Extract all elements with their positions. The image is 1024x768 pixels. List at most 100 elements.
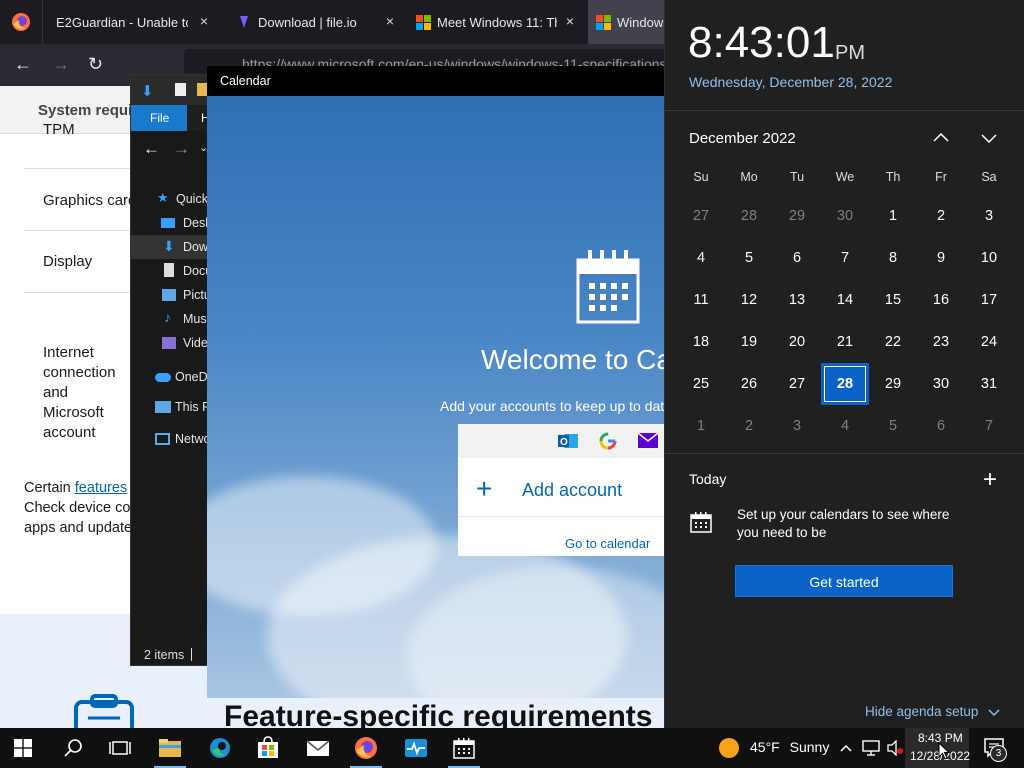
calendar-day[interactable]: 9 bbox=[917, 237, 965, 279]
calendar-day[interactable]: 3 bbox=[965, 195, 1013, 237]
download-icon[interactable]: ⬇ bbox=[141, 82, 154, 100]
calendar-day[interactable]: 27 bbox=[677, 195, 725, 237]
calendar-day[interactable]: 19 bbox=[725, 321, 773, 363]
mail-icon[interactable] bbox=[306, 736, 330, 760]
forward-arrow-icon[interactable]: → bbox=[52, 54, 70, 75]
health-monitor-icon[interactable] bbox=[404, 736, 428, 760]
checkbox-icon[interactable] bbox=[175, 83, 186, 96]
tab-close-icon[interactable]: × bbox=[566, 13, 574, 29]
reload-icon[interactable]: ↻ bbox=[88, 54, 103, 75]
calendar-day[interactable]: 2 bbox=[917, 195, 965, 237]
calendar-day-today[interactable]: 28 bbox=[821, 363, 869, 405]
calendar-day[interactable]: 1 bbox=[677, 405, 725, 447]
calendar-day[interactable]: 25 bbox=[677, 363, 725, 405]
browser-tab[interactable]: Download | file.io × bbox=[226, 0, 404, 44]
calendar-day[interactable]: 13 bbox=[773, 279, 821, 321]
welcome-subtitle: Add your accounts to keep up to date bbox=[440, 398, 664, 414]
yahoo-mail-icon bbox=[637, 432, 659, 448]
calendar-day[interactable]: 4 bbox=[821, 405, 869, 447]
taskbar: 45°F Sunny 8:43 PM 12/28/2022 3 bbox=[0, 728, 1024, 768]
calendar-day[interactable]: 14 bbox=[821, 279, 869, 321]
calendar-day[interactable]: 22 bbox=[869, 321, 917, 363]
desktop-icon bbox=[161, 218, 175, 228]
calendar-day[interactable]: 3 bbox=[773, 405, 821, 447]
provider-icons-row: O bbox=[458, 424, 664, 458]
add-event-button[interactable]: + bbox=[983, 466, 997, 494]
calendar-day[interactable]: 12 bbox=[725, 279, 773, 321]
calendar-icon[interactable] bbox=[452, 736, 476, 760]
browser-tab[interactable]: E2Guardian - Unable to loa × bbox=[42, 0, 218, 44]
forward-arrow-icon[interactable]: → bbox=[173, 139, 190, 159]
calendar-day[interactable]: 10 bbox=[965, 237, 1013, 279]
calendar-day[interactable]: 15 bbox=[869, 279, 917, 321]
chevron-up-icon[interactable] bbox=[931, 128, 951, 148]
calendar-day[interactable]: 1 bbox=[869, 195, 917, 237]
divider bbox=[458, 516, 664, 517]
accounts-card: O + Add account Go to calendar bbox=[458, 424, 664, 556]
calendar-day[interactable]: 26 bbox=[725, 363, 773, 405]
feature-heading: Feature-specific requirements bbox=[224, 700, 653, 728]
firefox-icon[interactable] bbox=[11, 12, 31, 32]
weather-condition: Sunny bbox=[789, 739, 830, 755]
browser-tab[interactable]: Meet Windows 11: The × bbox=[406, 0, 584, 44]
search-icon[interactable] bbox=[62, 736, 86, 760]
tab-close-icon[interactable]: × bbox=[386, 13, 394, 29]
calendar-day[interactable]: 5 bbox=[725, 237, 773, 279]
start-windows-icon[interactable] bbox=[14, 739, 32, 757]
features-link[interactable]: features bbox=[75, 480, 127, 496]
store-icon[interactable] bbox=[256, 736, 280, 760]
calendar-day[interactable]: 4 bbox=[677, 237, 725, 279]
calendar-day[interactable]: 2 bbox=[725, 405, 773, 447]
go-to-calendar-link[interactable]: Go to calendar bbox=[565, 536, 650, 551]
back-arrow-icon[interactable]: ← bbox=[14, 54, 32, 75]
calendar-day[interactable]: 5 bbox=[869, 405, 917, 447]
clock-ampm: PM bbox=[835, 42, 865, 64]
tab-close-icon[interactable]: × bbox=[200, 13, 208, 29]
calendar-day[interactable]: 23 bbox=[917, 321, 965, 363]
calendar-day[interactable]: 30 bbox=[917, 363, 965, 405]
calendar-day[interactable]: 21 bbox=[821, 321, 869, 363]
divider bbox=[191, 648, 192, 661]
edge-icon[interactable] bbox=[208, 736, 232, 760]
calendar-day[interactable]: 7 bbox=[821, 237, 869, 279]
clock-date-link[interactable]: Wednesday, December 28, 2022 bbox=[689, 74, 892, 90]
calendar-day[interactable]: 29 bbox=[869, 363, 917, 405]
calendar-day[interactable]: 29 bbox=[773, 195, 821, 237]
calendar-day[interactable]: 30 bbox=[821, 195, 869, 237]
mouse-cursor-icon bbox=[938, 741, 951, 765]
browser-tab-active[interactable]: Windows bbox=[588, 0, 664, 44]
network-icon[interactable] bbox=[862, 740, 880, 761]
calendar-day[interactable]: 27 bbox=[773, 363, 821, 405]
sky-background bbox=[207, 96, 664, 698]
chevron-up-icon[interactable] bbox=[839, 741, 853, 760]
calendar-day[interactable]: 28 bbox=[725, 195, 773, 237]
fileio-icon bbox=[238, 15, 250, 29]
calendar-day[interactable]: 6 bbox=[773, 237, 821, 279]
calendar-day[interactable]: 11 bbox=[677, 279, 725, 321]
window-title: Calendar bbox=[220, 74, 271, 88]
calendar-day[interactable]: 17 bbox=[965, 279, 1013, 321]
weather-widget[interactable]: 45°F Sunny bbox=[750, 739, 829, 755]
hide-agenda-link[interactable]: Hide agenda setup bbox=[865, 704, 1000, 720]
calendar-day[interactable]: 7 bbox=[965, 405, 1013, 447]
add-account-button[interactable]: + Add account bbox=[458, 473, 664, 517]
volume-muted-icon[interactable] bbox=[886, 739, 904, 761]
back-arrow-icon[interactable]: ← bbox=[143, 139, 160, 159]
calendar-day[interactable]: 6 bbox=[917, 405, 965, 447]
setup-line: Set up your calendars to see where bbox=[737, 507, 950, 522]
calendar-day[interactable]: 20 bbox=[773, 321, 821, 363]
get-started-button[interactable]: Get started bbox=[735, 565, 953, 597]
chevron-down-icon bbox=[988, 705, 1000, 720]
chevron-down-icon[interactable] bbox=[979, 128, 999, 148]
hide-agenda-label: Hide agenda setup bbox=[865, 704, 979, 719]
file-tab[interactable]: File bbox=[131, 105, 187, 131]
calendar-day[interactable]: 16 bbox=[917, 279, 965, 321]
task-view-icon[interactable] bbox=[108, 736, 132, 760]
firefox-icon[interactable] bbox=[354, 736, 378, 760]
calendar-day[interactable]: 18 bbox=[677, 321, 725, 363]
calendar-day[interactable]: 31 bbox=[965, 363, 1013, 405]
calendar-day[interactable]: 24 bbox=[965, 321, 1013, 363]
calendar-day[interactable]: 8 bbox=[869, 237, 917, 279]
month-label[interactable]: December 2022 bbox=[689, 130, 796, 147]
file-explorer-icon[interactable] bbox=[158, 736, 182, 760]
